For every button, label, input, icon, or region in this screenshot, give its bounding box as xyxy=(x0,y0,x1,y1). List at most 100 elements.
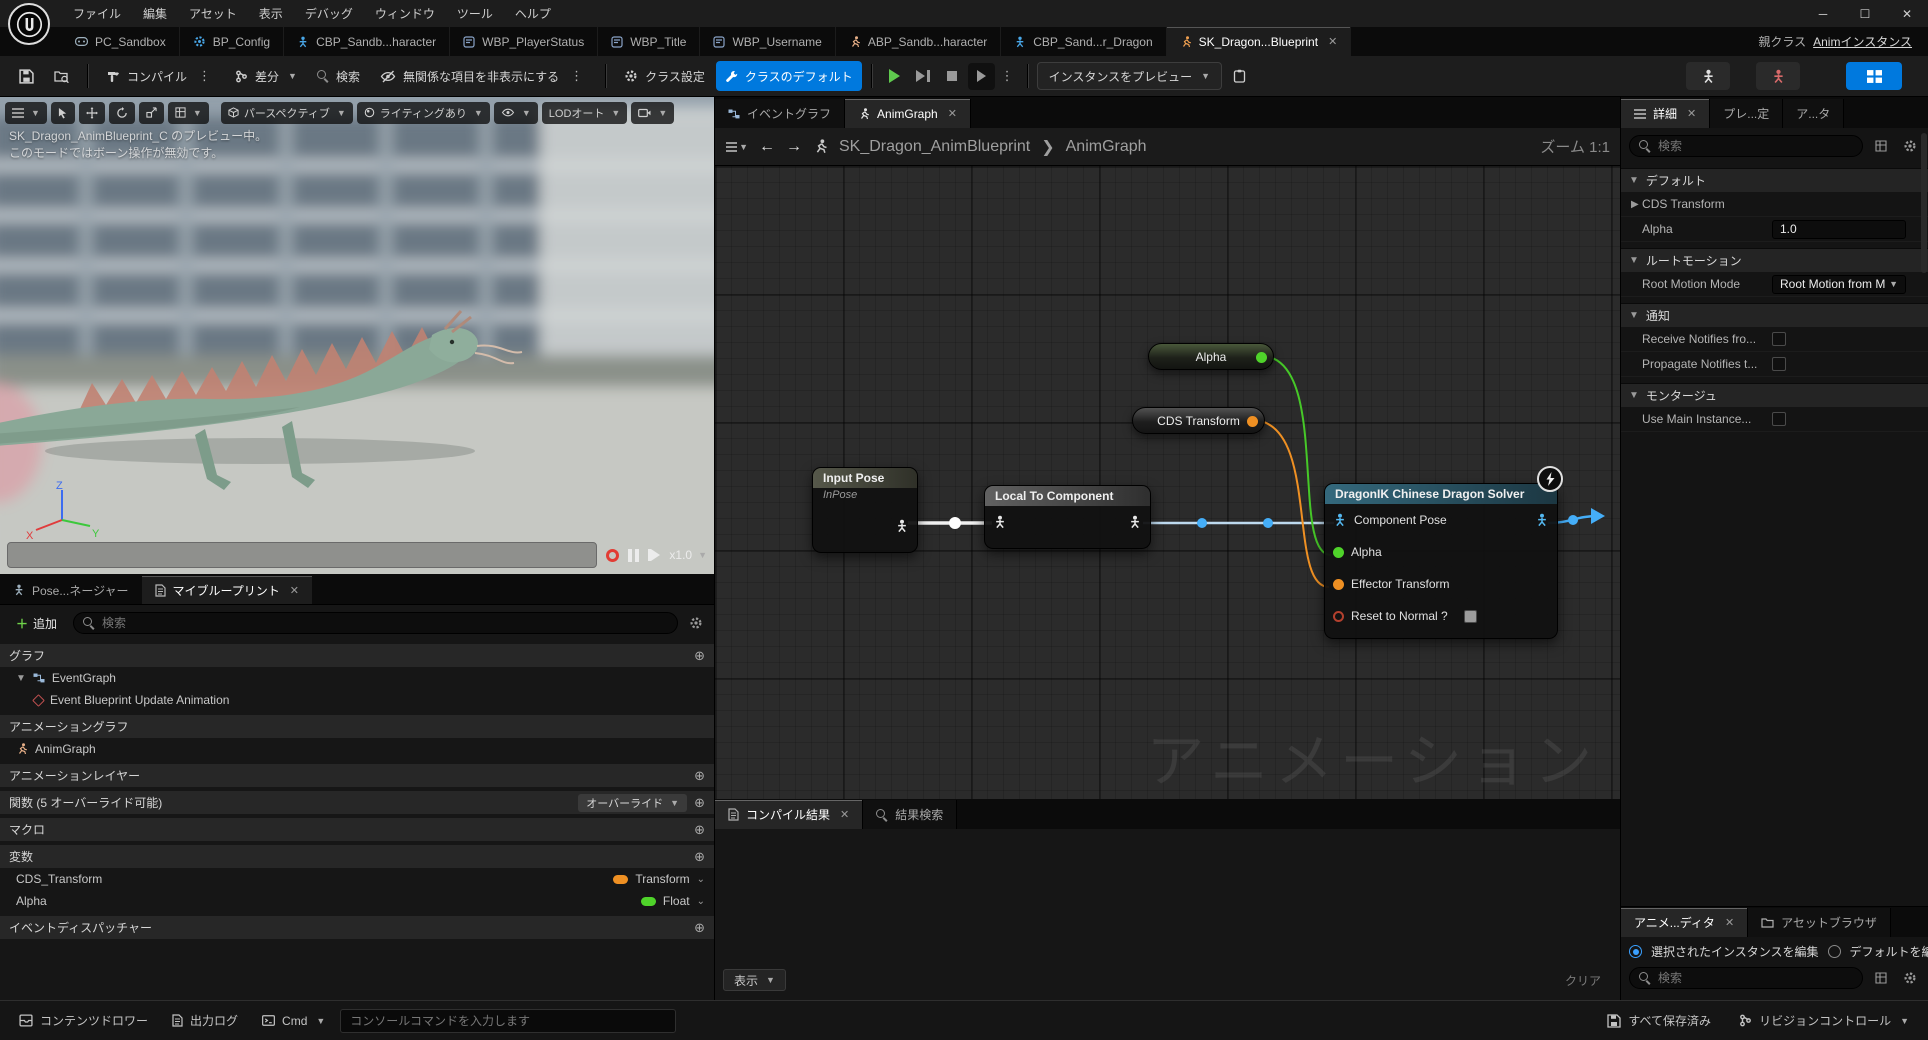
display-filter-grid-icon[interactable] xyxy=(1870,135,1892,157)
record-button[interactable] xyxy=(606,549,619,562)
breadcrumb-root[interactable]: SK_Dragon_AnimBlueprint xyxy=(839,138,1030,156)
mannequin-button-2[interactable] xyxy=(1756,62,1800,90)
tab-asset-details[interactable]: ア...タ xyxy=(1783,99,1844,128)
property-row-cds-transform[interactable]: ▶ CDS Transform xyxy=(1621,192,1928,217)
caret-down-icon[interactable]: ▼ xyxy=(16,673,26,684)
effector-transform-input-pin[interactable] xyxy=(1333,579,1344,590)
preview-instance-dropdown[interactable]: インスタンスをプレビュー ▼ xyxy=(1037,62,1222,90)
section-notifications[interactable]: ▼通知 xyxy=(1621,303,1928,327)
edit-selected-instance-radio[interactable] xyxy=(1629,945,1642,958)
float-output-pin[interactable] xyxy=(1256,352,1267,363)
breadcrumb-current[interactable]: AnimGraph xyxy=(1066,138,1147,156)
asset-tab-abp-character[interactable]: ABP_Sandb...haracter xyxy=(836,27,1001,56)
clear-button[interactable]: クリア xyxy=(1553,969,1613,991)
hide-unrelated-button[interactable]: 無関係な項目を非表示にする ⋮ xyxy=(371,61,596,91)
search-input[interactable] xyxy=(1658,139,1853,153)
use-main-instance-checkbox[interactable] xyxy=(1772,412,1786,426)
parent-class-link[interactable]: Animインスタンス xyxy=(1813,33,1912,50)
propagate-notifies-checkbox[interactable] xyxy=(1772,357,1786,371)
component-pose-output-pin[interactable] xyxy=(1535,513,1549,527)
screenshot-button[interactable]: ▼ xyxy=(631,102,674,124)
details-search[interactable] xyxy=(1629,135,1863,157)
details-settings-gear-icon[interactable] xyxy=(1899,135,1921,157)
asset-tab-cbp-dragon[interactable]: CBP_Sand...r_Dragon xyxy=(1001,27,1166,56)
minimize-button[interactable]: ─ xyxy=(1802,0,1844,27)
section-montage[interactable]: ▼モンタージュ xyxy=(1621,383,1928,407)
add-button[interactable]: ＋追加 xyxy=(7,612,66,634)
menu-window[interactable]: ウィンドウ xyxy=(364,0,446,27)
save-all-button[interactable]: すべて保存済み xyxy=(1598,1007,1720,1035)
close-icon[interactable]: ✕ xyxy=(290,584,299,597)
pause-button[interactable] xyxy=(628,549,639,562)
override-dropdown[interactable]: オーバーライド▼ xyxy=(578,794,687,812)
tab-anim-preview-editor[interactable]: アニメ...ディタ ✕ xyxy=(1621,908,1748,937)
layout-button[interactable] xyxy=(1846,62,1902,90)
maximize-button[interactable]: ☐ xyxy=(1844,0,1886,27)
content-drawer-button[interactable]: コンテンツドロワー xyxy=(10,1007,157,1035)
dragonik-solver-node[interactable]: DragonIK Chinese Dragon Solver Component… xyxy=(1324,483,1558,639)
property-row-use-main-instance[interactable]: Use Main Instance... xyxy=(1621,407,1928,432)
close-icon[interactable]: ✕ xyxy=(840,808,849,821)
viewport-menu-button[interactable]: ▼ xyxy=(5,102,47,124)
asset-tab-cbp-character[interactable]: CBP_Sandb...haracter xyxy=(284,27,450,56)
bookmark-dropdown[interactable]: ▼ xyxy=(726,136,748,158)
snap-button[interactable]: ▼ xyxy=(168,102,209,124)
property-row-propagate-notifies[interactable]: Propagate Notifies t... xyxy=(1621,352,1928,377)
asset-tab-wbp-playerstatus[interactable]: WBP_PlayerStatus xyxy=(450,27,598,56)
item-event-update-animation[interactable]: Event Blueprint Update Animation xyxy=(0,689,714,711)
local-to-component-node[interactable]: Local To Component xyxy=(984,485,1151,549)
compile-button[interactable]: コンパイル ⋮ xyxy=(97,61,224,91)
chevron-down-icon[interactable]: ⌄ xyxy=(697,896,705,907)
asset-tab-bp-config[interactable]: BP_Config xyxy=(180,27,284,56)
details-scrollbar[interactable] xyxy=(1921,133,1927,273)
add-macro-button[interactable]: ⊕ xyxy=(694,822,705,838)
menu-debug[interactable]: デバッグ xyxy=(294,0,364,27)
close-icon[interactable]: ✕ xyxy=(1725,916,1734,929)
search-input[interactable] xyxy=(102,616,668,630)
chevron-down-icon[interactable]: ⌄ xyxy=(697,874,705,885)
playback-speed-dropdown[interactable]: x1.0▼ xyxy=(669,548,707,562)
nav-back-button[interactable]: ← xyxy=(759,138,775,156)
item-eventgraph[interactable]: ▼ EventGraph xyxy=(0,667,714,689)
input-pose-node[interactable]: Input Pose InPose xyxy=(812,467,918,553)
receive-notifies-checkbox[interactable] xyxy=(1772,332,1786,346)
move-tool-button[interactable] xyxy=(79,102,105,124)
variable-row-cds-transform[interactable]: CDS_Transform Transform ⌄ xyxy=(0,868,714,890)
close-icon[interactable]: ✕ xyxy=(1687,107,1696,120)
lighting-dropdown[interactable]: ライティングあり▼ xyxy=(357,102,490,124)
console-command-input[interactable] xyxy=(350,1014,666,1028)
cmd-dropdown[interactable]: Cmd ▼ xyxy=(253,1007,334,1035)
tab-asset-browser[interactable]: アセットブラウザ xyxy=(1748,908,1891,937)
close-button[interactable]: ✕ xyxy=(1886,0,1928,27)
asset-tab-pc-sandbox[interactable]: PC_Sandbox xyxy=(62,27,180,56)
section-macros[interactable]: マクロ⊕ xyxy=(0,818,714,841)
simulate-button[interactable] xyxy=(968,63,995,90)
display-filter-grid-icon[interactable] xyxy=(1870,967,1892,989)
graph-canvas[interactable]: Alpha CDS Transform Input Pose InPose Lo… xyxy=(715,166,1621,799)
frame-step-button[interactable] xyxy=(910,63,937,90)
search-input[interactable] xyxy=(1658,971,1853,985)
play-button[interactable] xyxy=(881,63,908,90)
tab-my-blueprint[interactable]: マイブループリント ✕ xyxy=(142,576,313,604)
stop-button[interactable] xyxy=(939,63,966,90)
panel-settings-gear-icon[interactable] xyxy=(685,612,707,634)
property-row-receive-notifies[interactable]: Receive Notifies fro... xyxy=(1621,327,1928,352)
tab-compile-results[interactable]: コンパイル結果 ✕ xyxy=(715,800,863,829)
menu-edit[interactable]: 編集 xyxy=(132,0,178,27)
section-functions[interactable]: 関数 (5 オーバーライド可能) オーバーライド▼ ⊕ xyxy=(0,791,714,814)
perspective-dropdown[interactable]: パースペクティブ▼ xyxy=(221,102,353,124)
root-motion-mode-dropdown[interactable]: Root Motion from M▼ xyxy=(1772,275,1906,294)
reset-to-normal-input-pin[interactable] xyxy=(1333,611,1344,622)
section-root-motion[interactable]: ▼ルートモーション xyxy=(1621,248,1928,272)
class-settings-button[interactable]: クラス設定 xyxy=(615,61,714,91)
tab-animgraph[interactable]: AnimGraph ✕ xyxy=(845,99,971,128)
asset-tab-wbp-username[interactable]: WBP_Username xyxy=(700,27,835,56)
hide-unrelated-kebab[interactable]: ⋮ xyxy=(566,68,587,84)
asset-tab-wbp-title[interactable]: WBP_Title xyxy=(598,27,700,56)
tab-event-graph[interactable]: イベントグラフ xyxy=(715,99,845,128)
diff-button[interactable]: 差分 ▼ xyxy=(226,61,306,91)
show-flags-dropdown[interactable]: ▼ xyxy=(494,102,538,124)
compile-options-kebab[interactable]: ⋮ xyxy=(194,68,215,84)
add-function-button[interactable]: ⊕ xyxy=(694,795,705,811)
pose-output-pin[interactable] xyxy=(895,519,909,533)
